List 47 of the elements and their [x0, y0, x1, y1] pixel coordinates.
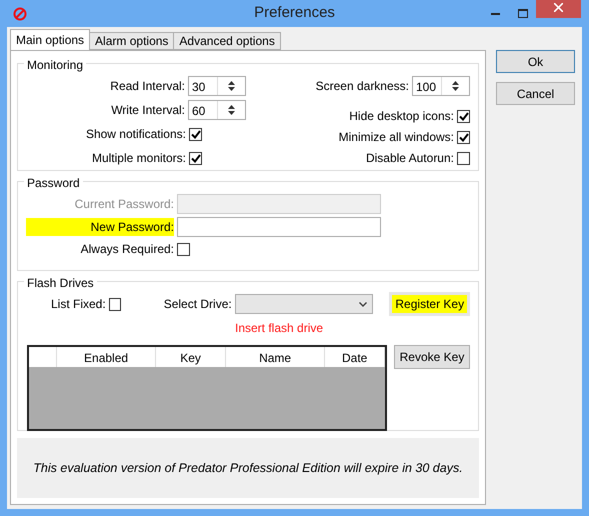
caret-icon: [359, 302, 368, 306]
no-entry-icon: [13, 6, 27, 20]
field-label: Screen darkness:: [316, 78, 409, 95]
password-field[interactable]: [177, 217, 381, 237]
column-header: Key: [156, 347, 226, 367]
spin-field[interactable]: 60: [188, 100, 246, 120]
field-label: Hide desktop icons:: [349, 108, 454, 125]
window-title: Preferences: [254, 3, 335, 24]
up-arrow-icon[interactable]: [452, 81, 459, 85]
checkbox[interactable]: [457, 152, 470, 164]
spin-field[interactable]: 100: [412, 76, 470, 96]
up-arrow-icon[interactable]: [228, 105, 235, 109]
field-label: Show notifications:: [86, 126, 186, 143]
expiry-notice: This evaluation version of Predator Professional Edition will expire in 30 days.: [33, 460, 463, 477]
field-label: Multiple monitors:: [92, 150, 186, 167]
checkbox[interactable]: [457, 110, 470, 122]
down-arrow-icon[interactable]: [452, 87, 459, 91]
field-label: Always Required:: [80, 241, 174, 258]
checkbox[interactable]: [177, 242, 190, 256]
field-label: Current Password:: [74, 196, 174, 213]
checkbox[interactable]: [189, 128, 202, 140]
field-label: New Password:: [26, 218, 174, 236]
tab[interactable]: Main options: [10, 29, 90, 50]
field-label: Select Drive:: [164, 296, 232, 313]
spin-field[interactable]: 30: [188, 76, 246, 96]
checkbox[interactable]: [457, 130, 470, 144]
field-label: Read Interval:: [110, 78, 185, 95]
up-arrow-icon[interactable]: [228, 81, 235, 85]
register-key-button[interactable]: Register Key: [389, 292, 470, 316]
checkbox[interactable]: [189, 152, 202, 164]
down-arrow-icon[interactable]: [228, 87, 235, 91]
revoke-key-button[interactable]: Revoke Key: [394, 345, 470, 369]
checkbox[interactable]: [108, 298, 121, 310]
field-label: Disable Autorun:: [366, 150, 454, 167]
column-header: Date: [325, 347, 385, 367]
field-label: Write Interval:: [111, 102, 185, 119]
close-icon[interactable]: [536, 0, 581, 18]
column-header: Enabled: [56, 347, 156, 367]
column-header: Name: [226, 347, 326, 367]
status-message: Insert flash drive: [235, 321, 324, 335]
field-label: List Fixed:: [51, 296, 106, 313]
dialog-button[interactable]: Ok: [496, 50, 575, 73]
tab[interactable]: Alarm options: [89, 32, 174, 50]
down-arrow-icon[interactable]: [228, 111, 235, 115]
field-label: Minimize all windows:: [338, 129, 454, 146]
dialog-button[interactable]: Cancel: [496, 82, 575, 105]
tab[interactable]: Advanced options: [173, 32, 281, 50]
